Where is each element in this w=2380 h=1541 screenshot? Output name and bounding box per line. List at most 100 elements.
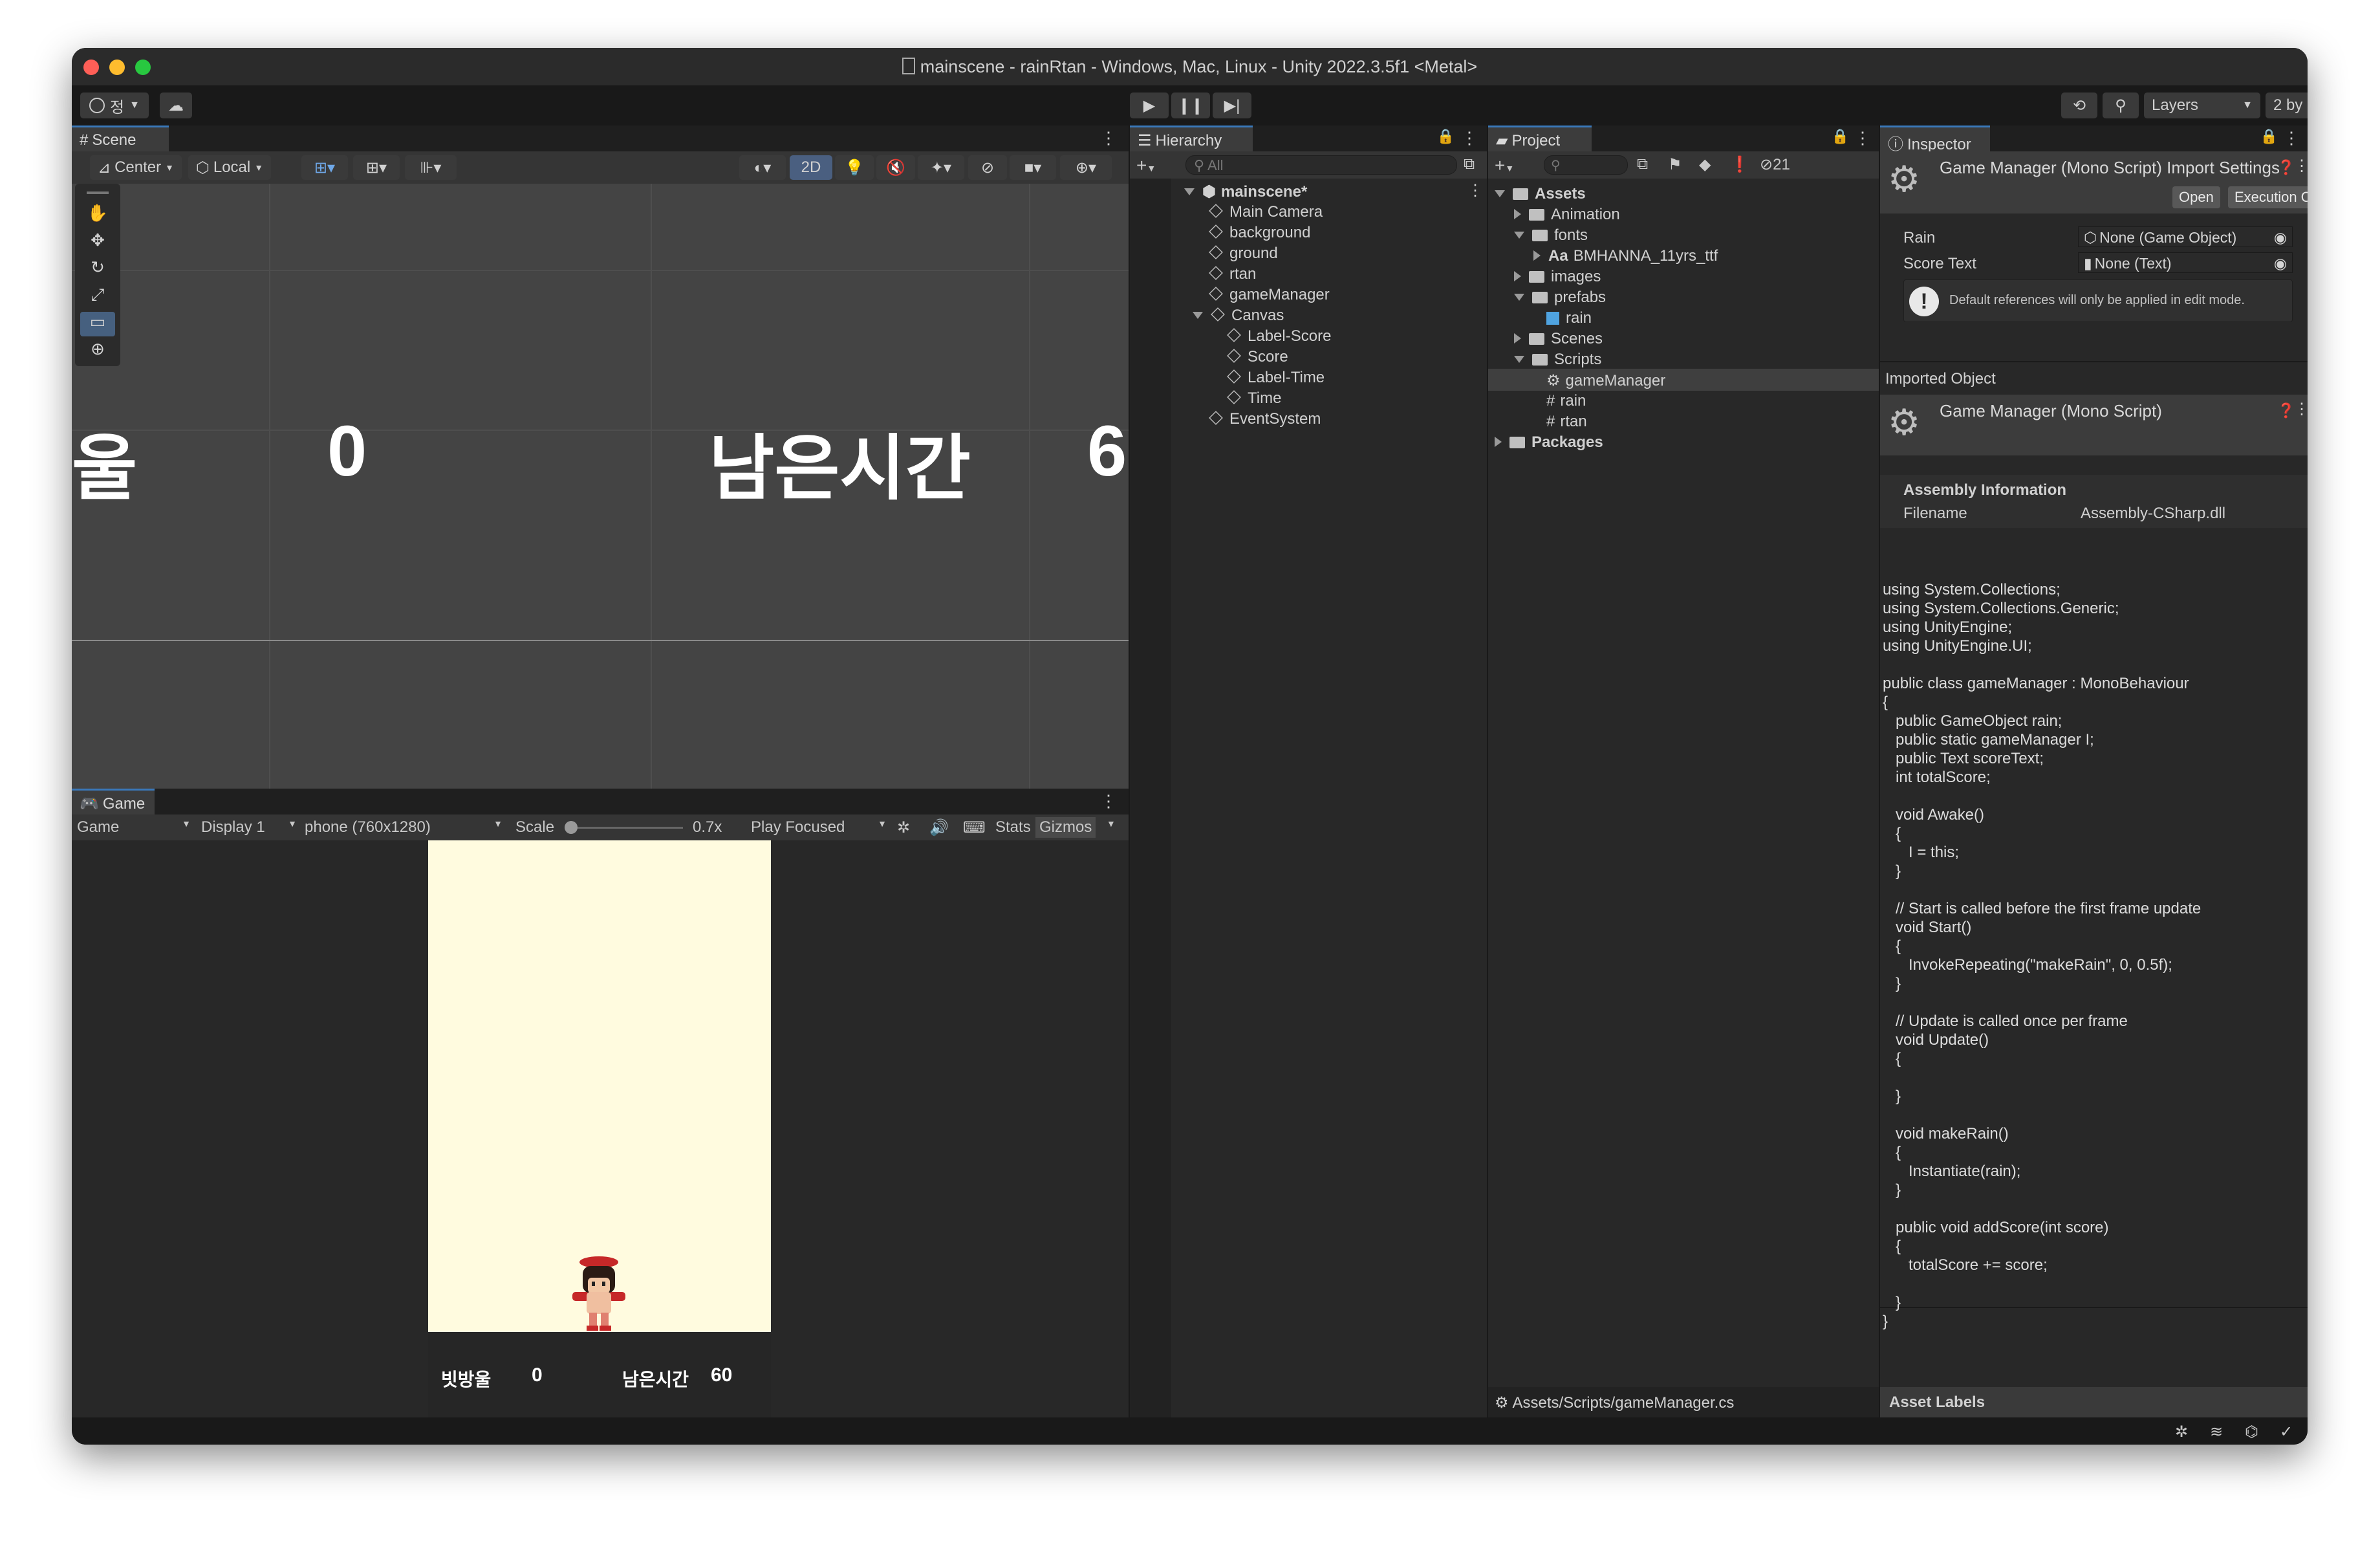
effects-button[interactable]: ✦▾ (918, 155, 964, 180)
grid-snap-button[interactable]: ⊞▾ (301, 155, 348, 180)
project-tree-item[interactable]: images (1514, 268, 1601, 286)
tab-game[interactable]: 🎮 Game (72, 789, 155, 814)
tab-project[interactable]: ▰ Project (1488, 126, 1592, 151)
expand-arrow-icon[interactable] (1495, 190, 1505, 197)
game-view-select[interactable]: Game ▼ (77, 818, 191, 836)
expand-arrow-icon[interactable] (1514, 294, 1524, 301)
palette-handle[interactable] (87, 191, 109, 194)
chevron-down-icon[interactable]: ▼ (1107, 818, 1116, 829)
pivot-dropdown[interactable]: ⊿ Center ▼ (90, 155, 182, 180)
hierarchy-item[interactable]: Label-Time (1227, 369, 1325, 387)
tab-hierarchy[interactable]: ☰ Hierarchy (1130, 126, 1253, 151)
kebab-menu-icon[interactable]: ⋮ (1100, 128, 1117, 148)
hierarchy-item[interactable]: rtan (1209, 265, 1256, 283)
rotate-tool-icon[interactable]: ↻ (80, 257, 115, 282)
project-tree-item[interactable]: Packages (1495, 433, 1603, 452)
history-button[interactable]: ⟲ (2061, 93, 2097, 118)
lighting-button[interactable]: 💡 (835, 155, 874, 180)
pause-button[interactable]: ❙❙ (1171, 93, 1210, 118)
keyboard-icon[interactable]: ⌨ (963, 818, 986, 837)
help-icon[interactable]: ❓ (2277, 402, 2295, 419)
cloud-button[interactable]: ☁ (160, 93, 192, 118)
search-button[interactable]: ⚲ (2103, 93, 2139, 118)
game-view[interactable]: 빗방울 0 남은시간 60 (72, 840, 1129, 1417)
score-text-object-field[interactable]: ▮ None (Text) ◉ (2078, 252, 2293, 273)
project-tree-item[interactable]: prefabs (1514, 289, 1606, 307)
info-icon[interactable]: ❗ (1730, 155, 1749, 174)
kebab-menu-icon[interactable]: ⋮ (1854, 128, 1871, 148)
asset-labels-title[interactable]: Asset Labels (1889, 1393, 1985, 1412)
kebab-menu-icon[interactable]: ⋮ (2283, 128, 2300, 148)
create-asset-button[interactable]: +▼ (1495, 155, 1514, 176)
visibility-button[interactable]: ⊘ (968, 155, 1007, 180)
hierarchy-item[interactable]: Score (1227, 348, 1288, 366)
hierarchy-search-input[interactable]: ⚲ All (1185, 155, 1457, 175)
toggle-2d-button[interactable]: 2D (790, 155, 832, 180)
layout-dropdown[interactable]: 2 by 3▼ (2266, 93, 2308, 118)
kebab-menu-icon[interactable]: ⋮ (2294, 400, 2308, 419)
project-tree-item-selected[interactable]: ⚙ gameManager (1546, 371, 1665, 390)
camera-button[interactable]: ■▾ (1010, 155, 1056, 180)
hand-tool-icon[interactable]: ✋ (80, 203, 115, 228)
project-tree-item[interactable]: Animation (1514, 206, 1620, 224)
kebab-menu-icon[interactable]: ⋮ (1100, 791, 1117, 811)
stats-button[interactable]: Stats (995, 818, 1031, 836)
tab-inspector[interactable]: ⓘ Inspector (1880, 126, 1990, 153)
filter-type-icon[interactable]: ⚑ (1668, 155, 1682, 174)
expand-arrow-icon[interactable] (1514, 356, 1524, 363)
transform-tool-icon[interactable]: ⊕ (80, 339, 115, 364)
move-tool-icon[interactable]: ✥ (80, 230, 115, 255)
play-button[interactable]: ▶ (1130, 93, 1169, 118)
kebab-menu-icon[interactable]: ⋮ (1461, 128, 1478, 148)
align-button[interactable]: ⊪▾ (405, 155, 457, 180)
account-dropdown[interactable]: 정 ▼ (80, 93, 149, 118)
hierarchy-item[interactable]: background (1209, 224, 1310, 242)
project-tree-item[interactable]: Scripts (1514, 351, 1601, 369)
project-tree-item[interactable]: rain (1546, 309, 1592, 327)
resolution-select[interactable]: phone (760x1280) ▼ (305, 818, 503, 836)
hidden-packages-toggle[interactable]: ⊘21 (1760, 155, 1790, 174)
lock-icon[interactable]: 🔒 (1437, 128, 1455, 145)
hierarchy-root-row[interactable]: ⬢ mainscene* (1184, 182, 1307, 201)
gizmos-toggle[interactable]: Gizmos (1035, 817, 1096, 838)
scale-slider-thumb[interactable] (565, 821, 578, 834)
scale-slider-track[interactable] (567, 827, 683, 829)
network-icon[interactable]: ⌬ (2245, 1423, 2258, 1441)
scene-view[interactable]: 울 0 남은시간 6 ✋ ✥ ↻ ⤢ ▭ ⊕ (72, 184, 1129, 789)
tab-scene[interactable]: # Scene (72, 126, 169, 151)
step-button[interactable]: ▶| (1213, 93, 1251, 118)
execution-order-button[interactable]: Execution Order... (2228, 186, 2308, 208)
audio-button[interactable]: 🔇 (876, 155, 915, 180)
project-tree-item[interactable]: Assets (1495, 185, 1586, 203)
debug-icon[interactable]: ✲ (2175, 1423, 2188, 1441)
display-select[interactable]: Display 1 ▼ (201, 818, 297, 836)
check-circle-icon[interactable]: ✓ (2280, 1423, 2293, 1441)
project-search-input[interactable]: ⚲ (1544, 155, 1628, 175)
hierarchy-item[interactable]: Canvas (1193, 307, 1284, 325)
mute-audio-icon[interactable]: 🔊 (929, 818, 949, 837)
open-button[interactable]: Open (2172, 186, 2220, 208)
collapsed-arrow-icon[interactable] (1533, 250, 1541, 261)
scale-tool-icon[interactable]: ⤢ (80, 285, 115, 309)
collapsed-arrow-icon[interactable] (1495, 437, 1502, 447)
project-tree-item[interactable]: # rtan (1546, 413, 1587, 431)
search-scene-icon[interactable]: ⧉ (1637, 155, 1648, 173)
collapsed-arrow-icon[interactable] (1514, 333, 1521, 344)
kebab-menu-icon[interactable]: ⋮ (2294, 157, 2308, 175)
project-tree-item[interactable]: Aa BMHANNA_11yrs_ttf (1533, 247, 1718, 265)
draw-mode-button[interactable]: ◐▾ (739, 155, 786, 180)
project-tree-item[interactable]: Scenes (1514, 330, 1603, 348)
search-options-icon[interactable]: ⧉ (1464, 155, 1475, 173)
hierarchy-item[interactable]: ground (1209, 245, 1278, 263)
rect-tool-icon[interactable]: ▭ (80, 312, 115, 336)
rain-object-field[interactable]: ⬡ None (Game Object) ◉ (2078, 226, 2293, 247)
layers-dropdown[interactable]: Layers ▼ (2144, 93, 2260, 118)
add-object-button[interactable]: +▼ (1136, 155, 1156, 176)
gizmos-button[interactable]: ⊕▾ (1060, 155, 1112, 180)
hierarchy-item[interactable]: Time (1227, 389, 1281, 408)
hierarchy-item[interactable]: Main Camera (1209, 203, 1323, 221)
hierarchy-item[interactable]: Label-Score (1227, 327, 1331, 345)
filter-label-icon[interactable]: ◆ (1699, 155, 1711, 174)
hierarchy-item[interactable]: EventSystem (1209, 410, 1321, 428)
project-tree-item[interactable]: # rain (1546, 392, 1586, 410)
